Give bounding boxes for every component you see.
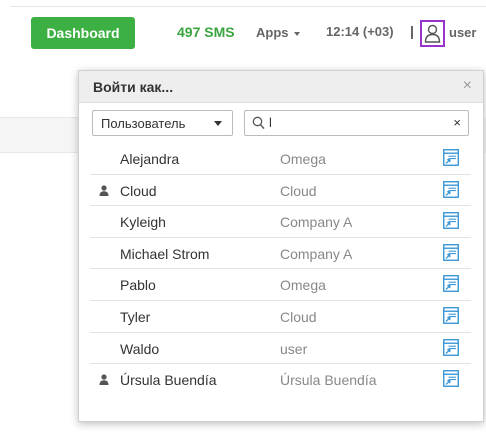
user-row-name: Waldo bbox=[120, 340, 160, 357]
sms-counter[interactable]: 497 SMS bbox=[177, 24, 235, 40]
header-separator: | bbox=[410, 23, 414, 39]
user-row-name: Cloud bbox=[120, 182, 157, 199]
user-row-company: Company A bbox=[280, 214, 353, 231]
person-icon bbox=[99, 374, 109, 386]
user-row[interactable]: Michael Strom Company A bbox=[90, 238, 471, 270]
user-row[interactable]: Cloud Cloud bbox=[90, 175, 471, 207]
login-as-icon[interactable] bbox=[443, 370, 459, 388]
user-row[interactable]: Alejandra Omega bbox=[90, 143, 471, 175]
user-row-company: Omega bbox=[280, 277, 326, 294]
clock: 12:14 (+03) bbox=[326, 24, 394, 39]
user-outline-icon bbox=[424, 24, 441, 43]
user-menu-label[interactable]: user bbox=[449, 25, 476, 40]
user-row-name: Pablo bbox=[120, 277, 156, 294]
dialog-title: Войти как... bbox=[93, 79, 174, 95]
dialog-header: Войти как... × bbox=[79, 71, 483, 103]
user-row-company: user bbox=[280, 340, 308, 357]
user-row-name: Michael Strom bbox=[120, 245, 210, 262]
filter-select[interactable]: Пользователь bbox=[92, 110, 233, 136]
caret-down-icon bbox=[293, 31, 300, 36]
user-row-company: Úrsula Buendía bbox=[280, 372, 377, 389]
user-row-name: Úrsula Buendía bbox=[120, 372, 217, 389]
clear-search-icon[interactable]: × bbox=[453, 116, 461, 130]
dashboard-button[interactable]: Dashboard bbox=[31, 17, 135, 49]
login-as-icon[interactable] bbox=[443, 338, 459, 356]
user-row-name: Kyleigh bbox=[120, 214, 166, 231]
user-row[interactable]: Waldo user bbox=[90, 333, 471, 365]
login-as-icon[interactable] bbox=[443, 212, 459, 230]
apps-menu[interactable]: Apps bbox=[256, 25, 300, 40]
login-as-button[interactable] bbox=[420, 20, 445, 47]
user-row[interactable]: Pablo Omega bbox=[90, 269, 471, 301]
user-list: Alejandra Omega Cloud Cloud Kyleigh Company A… bbox=[90, 143, 471, 396]
page-background-stripe bbox=[0, 117, 80, 153]
login-as-icon[interactable] bbox=[443, 307, 459, 324]
person-icon bbox=[99, 184, 109, 196]
login-as-icon[interactable] bbox=[443, 180, 459, 198]
login-as-icon[interactable] bbox=[443, 149, 459, 166]
user-row[interactable]: Úrsula Buendía Úrsula Buendía bbox=[90, 364, 471, 396]
user-row-name: Tyler bbox=[120, 308, 151, 325]
user-row-name: Alejandra bbox=[120, 151, 180, 167]
user-row[interactable]: Tyler Cloud bbox=[90, 301, 471, 333]
user-row-company: Omega bbox=[280, 151, 326, 167]
close-icon[interactable]: × bbox=[463, 77, 472, 95]
login-as-icon[interactable] bbox=[443, 243, 459, 261]
apps-label: Apps bbox=[256, 25, 289, 40]
user-row-company: Cloud bbox=[280, 308, 317, 325]
user-row-company: Cloud bbox=[280, 182, 317, 199]
login-as-dialog: Войти как... × Пользователь l × Alejandr… bbox=[78, 70, 484, 422]
login-as-icon[interactable] bbox=[443, 275, 459, 293]
top-divider bbox=[10, 6, 486, 7]
user-row[interactable]: Kyleigh Company A bbox=[90, 206, 471, 238]
search-input[interactable]: l × bbox=[244, 110, 469, 136]
caret-down-icon bbox=[214, 121, 222, 126]
search-input-value: l bbox=[269, 115, 272, 130]
user-row-company: Company A bbox=[280, 245, 353, 262]
search-icon bbox=[252, 116, 265, 130]
filter-select-value: Пользователь bbox=[101, 116, 186, 131]
